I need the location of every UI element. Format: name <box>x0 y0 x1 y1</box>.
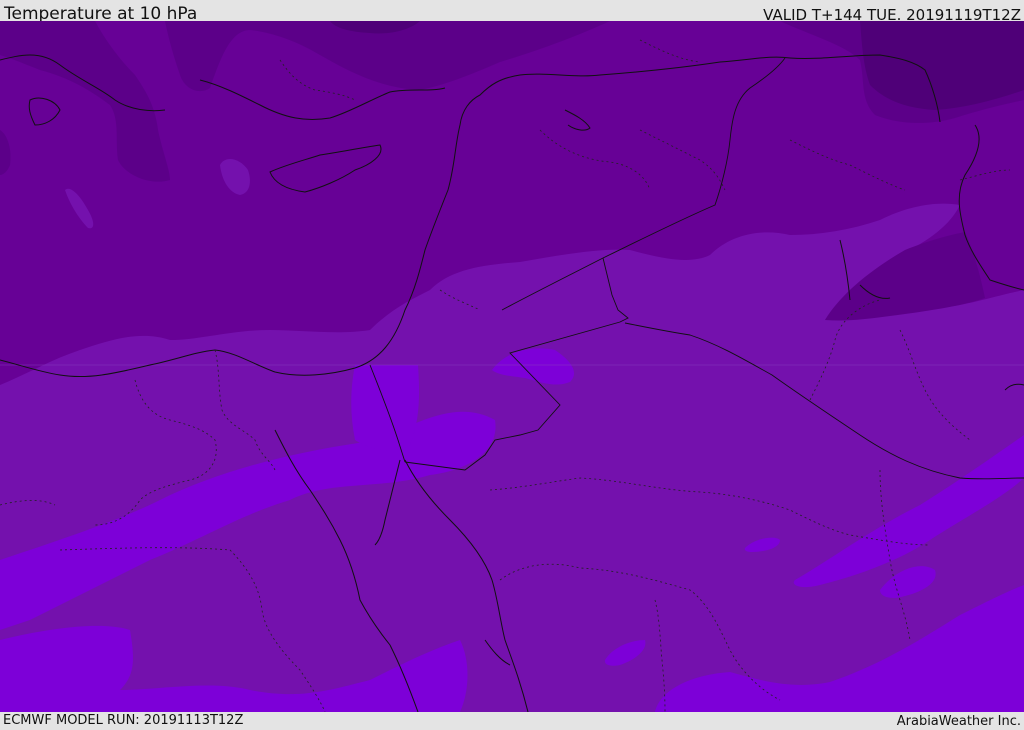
footer-bar: ECMWF MODEL RUN: 20191113T12Z ArabiaWeat… <box>0 712 1024 729</box>
model-run-label: ECMWF MODEL RUN: 20191113T12Z <box>3 713 244 728</box>
credit-label: ArabiaWeather Inc. <box>896 714 1021 729</box>
temperature-band-warm <box>351 365 420 451</box>
header-bar: Temperature at 10 hPa VALID T+144 TUE. 2… <box>0 0 1024 24</box>
temperature-map[interactable] <box>0 21 1024 712</box>
